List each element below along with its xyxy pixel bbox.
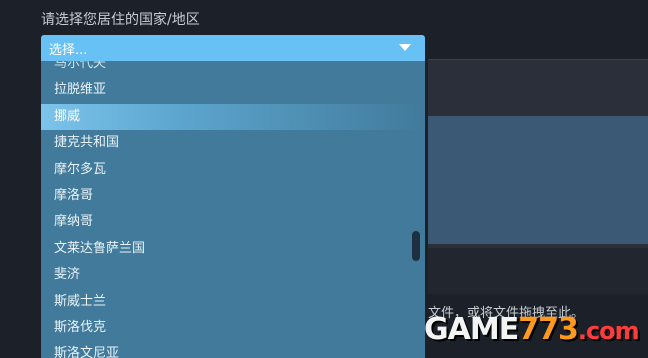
country-options: 马尔代夫 拉脱维亚 挪威 捷克共和国 摩尔多瓦 摩洛哥 摩纳哥 文莱达鲁萨兰国 … — [41, 61, 425, 358]
country-option[interactable]: 马尔代夫 — [41, 61, 425, 77]
watermark-part-number: 773 — [518, 312, 579, 347]
country-select-value: 选择... — [49, 42, 88, 58]
preview-area — [428, 116, 648, 244]
country-option[interactable]: 捷克共和国 — [41, 130, 425, 156]
caret-down-icon — [399, 44, 411, 51]
watermark-part-game: GAME — [424, 312, 519, 347]
country-dropdown-list[interactable]: 马尔代夫 拉脱维亚 挪威 捷克共和国 摩尔多瓦 摩洛哥 摩纳哥 文莱达鲁萨兰国 … — [41, 61, 425, 358]
country-option[interactable]: 文莱达鲁萨兰国 — [41, 236, 425, 262]
country-option[interactable]: 摩尔多瓦 — [41, 157, 425, 183]
country-option[interactable]: 拉脱维亚 — [41, 77, 425, 103]
country-option[interactable]: 斯洛文尼亚 — [41, 341, 425, 358]
country-option[interactable]: 斯威士兰 — [41, 289, 425, 315]
country-option[interactable]: 斐济 — [41, 262, 425, 288]
site-watermark-logo: GAME773.com — [424, 312, 640, 347]
country-selection-page: 请选择您居住的国家/地区 选择... 马尔代夫 拉脱维亚 挪威 捷克共和国 摩尔… — [0, 0, 648, 358]
country-field-label: 请选择您居住的国家/地区 — [41, 12, 200, 28]
country-option[interactable]: 斯洛伐克 — [41, 315, 425, 341]
divider-band — [428, 248, 648, 294]
country-option[interactable]: 摩洛哥 — [41, 183, 425, 209]
country-option[interactable]: 摩纳哥 — [41, 209, 425, 235]
country-option-highlighted[interactable]: 挪威 — [41, 103, 425, 131]
watermark-part-domain: .com — [577, 317, 640, 345]
country-select[interactable]: 选择... — [41, 35, 425, 61]
dropdown-scrollbar-thumb[interactable] — [412, 231, 420, 261]
